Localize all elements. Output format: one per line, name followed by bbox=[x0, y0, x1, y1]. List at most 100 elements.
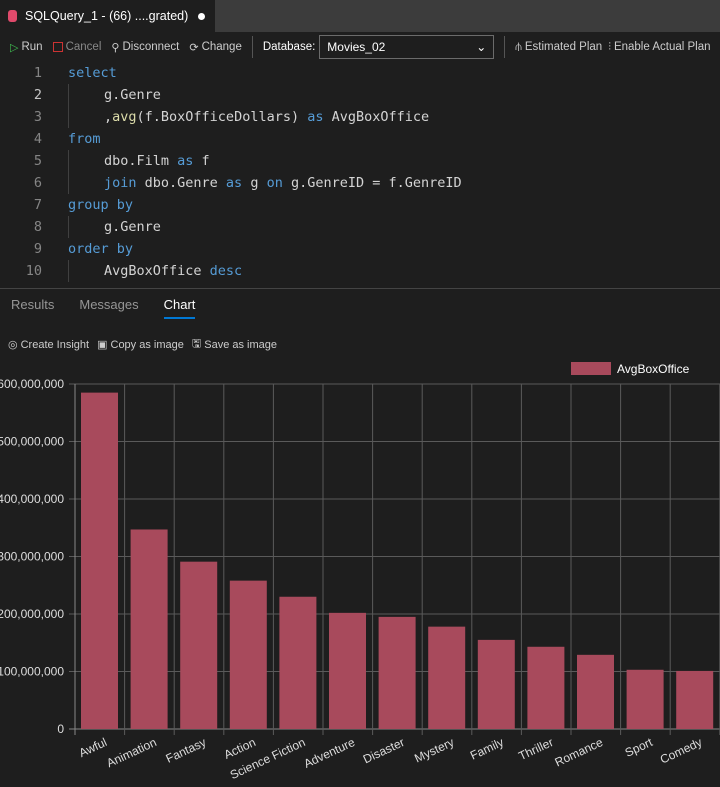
code-token: dbo.Genre bbox=[136, 175, 226, 191]
y-tick-label: 600,000,000 bbox=[0, 377, 64, 391]
indent-guide bbox=[68, 106, 69, 128]
run-label: Run bbox=[21, 41, 43, 53]
code-text: ,avg(f.BoxOfficeDollars) as AvgBoxOffice bbox=[104, 109, 429, 125]
pane-divider[interactable] bbox=[0, 288, 720, 289]
change-connection-button[interactable]: ⟳ Change bbox=[189, 41, 242, 54]
bar bbox=[527, 646, 565, 729]
code-line[interactable]: 3 ,avg(f.BoxOfficeDollars) as AvgBoxOffic… bbox=[0, 106, 720, 128]
y-tick-label: 500,000,000 bbox=[0, 435, 64, 449]
indent-guide bbox=[68, 150, 69, 172]
code-token: , bbox=[104, 109, 113, 125]
unsaved-dot-icon[interactable] bbox=[198, 12, 206, 20]
tab-chart[interactable]: Chart bbox=[163, 297, 196, 319]
copy-image-button[interactable]: ▣ Copy as image bbox=[97, 335, 184, 354]
chart-actions: ◎ Create Insight ▣ Copy as image 🖫 Save as … bbox=[8, 335, 285, 354]
save-icon: 🖫 bbox=[191, 338, 202, 350]
save-image-label: Save as image bbox=[204, 338, 278, 351]
code-token: avg bbox=[112, 109, 137, 125]
cancel-label: Cancel bbox=[65, 41, 102, 53]
sql-editor[interactable]: 1 select 2 g.Genre 3 ,avg(f.BoxOfficeDollars)… bbox=[0, 62, 720, 288]
database-icon bbox=[8, 10, 17, 22]
code-token: (f.BoxOfficeDollars) bbox=[136, 109, 308, 125]
legend-swatch bbox=[571, 362, 611, 375]
disconnect-button[interactable]: ⚲ Disconnect bbox=[111, 41, 179, 54]
code-token: AvgBoxOffice bbox=[323, 109, 430, 125]
code-token: group by bbox=[68, 197, 134, 213]
indent-guide bbox=[68, 216, 69, 238]
bar bbox=[477, 639, 515, 729]
x-tick-label: Fantasy bbox=[164, 735, 209, 766]
line-number: 3 bbox=[33, 109, 42, 125]
bar-chart: 0 100,000,000 200,000,000 300,000,000 400,00… bbox=[0, 362, 720, 782]
code-line[interactable]: 1 select bbox=[0, 62, 720, 84]
code-token: dbo.Film bbox=[104, 153, 178, 169]
save-image-button[interactable]: 🖫 Save as image bbox=[192, 335, 277, 354]
code-token: AvgBoxOffice bbox=[104, 263, 210, 279]
y-tick-label: 300,000,000 bbox=[0, 550, 64, 564]
indent-guide bbox=[68, 260, 69, 282]
tab-bar: SQLQuery_1 - (66) ....grated) bbox=[0, 0, 720, 32]
x-tick-label: Romance bbox=[553, 735, 606, 770]
x-tick-label: Mystery bbox=[412, 735, 456, 765]
bar bbox=[329, 612, 366, 729]
tab-results[interactable]: Results bbox=[11, 297, 54, 319]
code-line[interactable]: 7 group by bbox=[0, 194, 720, 216]
query-tab[interactable]: SQLQuery_1 - (66) ....grated) bbox=[0, 0, 215, 32]
stop-icon bbox=[52, 42, 63, 52]
database-label: Database: bbox=[262, 41, 316, 53]
code-line[interactable]: 9 order by bbox=[0, 238, 720, 260]
actual-plan-label: Enable Actual Plan bbox=[613, 41, 711, 53]
code-token: g bbox=[242, 175, 267, 191]
bar bbox=[81, 392, 118, 729]
line-number: 9 bbox=[33, 241, 42, 257]
line-number: 10 bbox=[25, 263, 42, 279]
actual-plan-button[interactable]: ⫶ Enable Actual Plan bbox=[608, 41, 710, 54]
create-insight-label: Create Insight bbox=[20, 338, 90, 351]
code-token: f bbox=[193, 153, 210, 169]
copy-image-label: Copy as image bbox=[110, 338, 184, 351]
change-label: Change bbox=[201, 41, 242, 53]
cancel-button[interactable]: Cancel bbox=[52, 41, 102, 53]
code-token: desc bbox=[209, 263, 243, 279]
code-text: group by bbox=[68, 197, 133, 213]
x-tick-label: Awful bbox=[77, 735, 109, 760]
code-token: order by bbox=[68, 241, 134, 257]
bar bbox=[130, 529, 168, 729]
database-select[interactable]: Movies_02 ⌄ bbox=[319, 35, 495, 59]
bar bbox=[676, 670, 714, 729]
code-line[interactable]: 4 from bbox=[0, 128, 720, 150]
code-line[interactable]: 6 join dbo.Genre as g on g.GenreID = f.Ge… bbox=[0, 172, 720, 194]
create-insight-button[interactable]: ◎ Create Insight bbox=[8, 335, 89, 354]
bar bbox=[428, 626, 466, 729]
code-line[interactable]: 8 g.Genre bbox=[0, 216, 720, 238]
estimated-plan-button[interactable]: ⫛ Estimated Plan bbox=[515, 41, 602, 54]
actual-plan-icon: ⫶ bbox=[608, 40, 611, 53]
estimated-plan-label: Estimated Plan bbox=[524, 41, 603, 53]
code-token: as bbox=[225, 175, 243, 191]
code-token: as bbox=[307, 109, 324, 125]
image-icon: ▣ bbox=[97, 339, 108, 351]
code-line[interactable]: 10 AvgBoxOffice desc bbox=[0, 260, 720, 282]
tab-title: SQLQuery_1 - (66) ....grated) bbox=[25, 9, 189, 23]
bar bbox=[626, 669, 664, 729]
y-tick-label: 400,000,000 bbox=[0, 492, 64, 506]
plan-icon: ⫛ bbox=[515, 40, 522, 53]
line-number: 4 bbox=[33, 131, 42, 147]
x-tick-label: Disaster bbox=[361, 735, 407, 766]
code-token: from bbox=[68, 131, 101, 147]
tab-messages[interactable]: Messages bbox=[79, 297, 138, 319]
line-number: 8 bbox=[33, 219, 42, 235]
code-text: order by bbox=[68, 241, 133, 257]
x-tick-label: Sport bbox=[623, 735, 656, 760]
indent-guide bbox=[68, 172, 69, 194]
code-line[interactable]: 2 g.Genre bbox=[0, 84, 720, 106]
disconnect-label: Disconnect bbox=[122, 41, 180, 53]
code-token: g.GenreID = f.GenreID bbox=[282, 175, 462, 191]
bar bbox=[378, 616, 416, 729]
code-token: g.Genre bbox=[104, 87, 161, 103]
line-number: 1 bbox=[33, 65, 42, 81]
indent-guide bbox=[68, 84, 69, 106]
x-tick-label: Thriller bbox=[516, 735, 555, 763]
code-line[interactable]: 5 dbo.Film as f bbox=[0, 150, 720, 172]
run-button[interactable]: ▷ Run bbox=[10, 41, 43, 54]
